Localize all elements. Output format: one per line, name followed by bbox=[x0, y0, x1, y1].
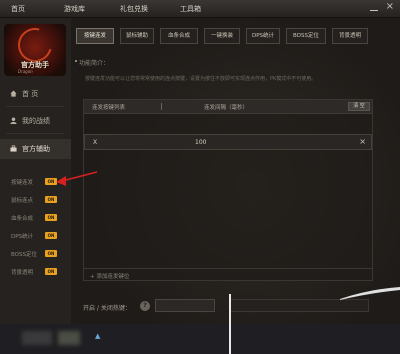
sidebar-item-label: 官方辅助 bbox=[22, 145, 50, 153]
tab-boss[interactable]: BOSS定位 bbox=[286, 28, 326, 44]
close-icon[interactable]: × bbox=[386, 2, 394, 12]
sidebar-item-home[interactable]: 首 页 bbox=[0, 84, 71, 104]
info-label: 功能简介： bbox=[79, 60, 110, 67]
tool-row-key-repeat: 按键连发 ON bbox=[0, 175, 71, 189]
tool-label: 背景透明 bbox=[11, 270, 34, 276]
tool-row-dps: DPS统计 ON bbox=[0, 229, 71, 243]
taskbar-app-icon[interactable]: ▲ bbox=[95, 332, 100, 340]
tab-dps[interactable]: DPS统计 bbox=[246, 28, 280, 44]
add-key-label: + 添加连发键位 bbox=[90, 274, 130, 280]
bullet-icon bbox=[75, 60, 77, 62]
sidebar-item-label: 我的战绩 bbox=[22, 117, 50, 125]
tab-hp-bar[interactable]: 血条合成 bbox=[160, 28, 198, 44]
blurred-area bbox=[22, 331, 52, 345]
nav-gift-redeem[interactable]: 礼包兑换 bbox=[120, 4, 148, 14]
nav-game-library[interactable]: 游戏库 bbox=[64, 4, 85, 14]
tool-row-mouse-click: 鼠标连点 ON bbox=[0, 193, 71, 207]
tab-mouse-assist[interactable]: 鼠标辅助 bbox=[120, 28, 154, 44]
logo-subtitle: Dragon bbox=[18, 69, 33, 74]
top-nav-bar: 首页 游戏库 礼包兑换 工具箱 × bbox=[0, 0, 400, 18]
tab-key-repeat[interactable]: 按键连发 bbox=[76, 28, 114, 44]
tool-row-hp-bar: 血条合成 ON bbox=[0, 211, 71, 225]
sidebar: 官方助手 Dragon 首 页 我的战绩 官方辅助 按键连发 ON 鼠标连点 O… bbox=[0, 18, 71, 324]
clear-button[interactable]: 清 空 bbox=[348, 102, 370, 111]
add-key-button[interactable]: + 添加连发键位 bbox=[84, 268, 372, 281]
key-list-table: 连发按键列表 连发间隔（毫秒） 清 空 X 100 × + 添加连发键位 bbox=[83, 99, 373, 281]
table-row[interactable]: X 100 × bbox=[84, 134, 372, 150]
nav-toolbox[interactable]: 工具箱 bbox=[180, 4, 201, 14]
sidebar-divider bbox=[6, 106, 64, 107]
toggle-switch[interactable]: ON bbox=[45, 268, 57, 275]
toggle-switch[interactable]: ON bbox=[45, 178, 57, 185]
tool-label: 鼠标连点 bbox=[11, 198, 34, 204]
remove-row-icon[interactable]: × bbox=[359, 137, 366, 146]
hotkey-label: 开启 / 关闭热键： bbox=[83, 305, 131, 312]
user-icon bbox=[10, 117, 17, 124]
table-header: 连发按键列表 连发间隔（毫秒） 清 空 bbox=[84, 100, 372, 114]
cursor-line bbox=[229, 294, 231, 354]
tab-quick-equip[interactable]: 一键换装 bbox=[204, 28, 240, 44]
tool-label: DPS统计 bbox=[11, 234, 34, 240]
sidebar-item-official-assist[interactable]: 官方辅助 bbox=[0, 139, 71, 159]
tool-label: 血条合成 bbox=[11, 216, 34, 222]
blurred-area bbox=[58, 331, 80, 345]
column-divider bbox=[161, 103, 162, 110]
tool-label: 按键连发 bbox=[11, 180, 34, 186]
app-logo: 官方助手 Dragon bbox=[4, 21, 66, 76]
row-interval[interactable]: 100 bbox=[195, 139, 206, 146]
feature-description: 按键连发功能可以让您将常常使用的连点按键，设置为按住不放即可实现连点作用，PK模… bbox=[85, 76, 317, 82]
col-interval-header: 连发间隔（毫秒） bbox=[204, 105, 249, 111]
row-key: X bbox=[93, 139, 98, 146]
tool-label: BOSS定位 bbox=[11, 252, 37, 258]
tab-bg-transparent[interactable]: 背景透明 bbox=[332, 28, 368, 44]
home-icon bbox=[10, 90, 17, 97]
col-key-header: 连发按键列表 bbox=[92, 105, 126, 111]
sidebar-divider bbox=[6, 133, 64, 134]
tools-icon bbox=[10, 145, 17, 152]
sidebar-item-label: 首 页 bbox=[22, 90, 39, 98]
toggle-switch[interactable]: ON bbox=[45, 232, 57, 239]
tool-row-bg-transparent: 背景透明 ON bbox=[0, 265, 71, 279]
toggle-switch[interactable]: ON bbox=[45, 196, 57, 203]
hotkey-input[interactable] bbox=[155, 299, 215, 312]
minimize-icon[interactable] bbox=[370, 4, 378, 12]
main-panel: 按键连发 鼠标辅助 血条合成 一键换装 DPS统计 BOSS定位 背景透明 功能… bbox=[71, 18, 400, 324]
toggle-switch[interactable]: ON bbox=[45, 214, 57, 221]
decorative-swoosh bbox=[340, 287, 400, 300]
toggle-switch[interactable]: ON bbox=[45, 250, 57, 257]
tool-row-boss: BOSS定位 ON bbox=[0, 247, 71, 261]
taskbar-strip: ▲ bbox=[0, 324, 400, 354]
help-icon[interactable]: ? bbox=[140, 301, 150, 311]
sidebar-item-my-record[interactable]: 我的战绩 bbox=[0, 111, 71, 131]
nav-home[interactable]: 首页 bbox=[11, 4, 25, 14]
